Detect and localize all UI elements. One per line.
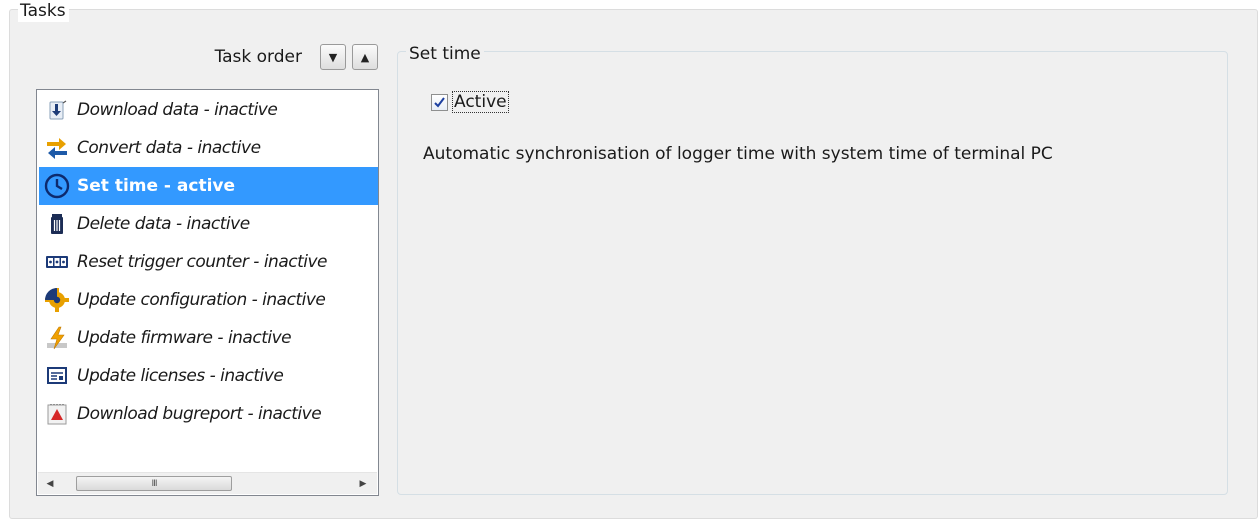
scroll-right-button[interactable]: ▶: [353, 473, 373, 494]
checkmark-icon: [434, 96, 445, 108]
move-down-button[interactable]: ▼: [320, 44, 346, 70]
list-item-label: Download bugreport - inactive: [77, 404, 322, 424]
scrollbar-grip: III: [151, 478, 158, 489]
scrollbar-thumb[interactable]: III: [76, 476, 232, 491]
list-item-set-time[interactable]: Set time - active: [39, 167, 378, 205]
list-item-label: Convert data - inactive: [77, 138, 261, 158]
list-item-label: Update firmware - inactive: [77, 328, 292, 348]
list-item-delete-data[interactable]: Delete data - inactive: [39, 205, 378, 243]
list-item-label: Update licenses - inactive: [77, 366, 284, 386]
set-time-group-title: Set time: [406, 43, 484, 65]
list-item-update-firmware[interactable]: Update firmware - inactive: [39, 319, 378, 357]
task-order-label: Task order: [214, 47, 302, 67]
clock-icon: [43, 172, 71, 200]
gear-icon: [43, 286, 71, 314]
list-item-convert-data[interactable]: Convert data - inactive: [39, 129, 378, 167]
active-checkbox-label[interactable]: Active: [452, 91, 509, 113]
list-item-label: Update configuration - inactive: [77, 290, 326, 310]
list-item-label: Delete data - inactive: [77, 214, 250, 234]
list-item-download-bugreport[interactable]: Download bugreport - inactive: [39, 395, 378, 433]
list-item-reset-trigger-counter[interactable]: Reset trigger counter - inactive: [39, 243, 378, 281]
triangle-right-icon: ▶: [359, 478, 367, 489]
task-list[interactable]: Download data - inactive Convert data - …: [36, 89, 379, 496]
counter-icon: [43, 248, 71, 276]
list-item-label: Download data - inactive: [77, 100, 278, 120]
list-item-label: Reset trigger counter - inactive: [77, 252, 328, 272]
convert-arrows-icon: [43, 134, 71, 162]
list-item-update-licenses[interactable]: Update licenses - inactive: [39, 357, 378, 395]
lightning-icon: [43, 324, 71, 352]
triangle-down-icon: ▼: [328, 50, 338, 64]
triangle-left-icon: ◀: [46, 478, 54, 489]
active-checkbox-row[interactable]: Active: [431, 91, 509, 113]
list-item-update-configuration[interactable]: Update configuration - inactive: [39, 281, 378, 319]
list-item-label: Set time - active: [77, 176, 236, 196]
bugreport-icon: [43, 400, 71, 428]
move-up-button[interactable]: ▲: [352, 44, 378, 70]
set-time-group: [397, 51, 1228, 495]
list-item-download-data[interactable]: Download data - inactive: [39, 91, 378, 129]
trash-icon: [43, 210, 71, 238]
task-order-row: Task order ▼ ▲: [36, 42, 378, 72]
license-icon: [43, 362, 71, 390]
set-time-description: Automatic synchronisation of logger time…: [423, 144, 1053, 164]
active-checkbox[interactable]: [431, 93, 448, 111]
scroll-left-button[interactable]: ◀: [40, 473, 60, 494]
download-icon: [43, 96, 71, 124]
horizontal-scrollbar[interactable]: ◀ III ▶: [38, 472, 377, 494]
tasks-group-title: Tasks: [18, 0, 69, 22]
triangle-up-icon: ▲: [360, 50, 370, 64]
